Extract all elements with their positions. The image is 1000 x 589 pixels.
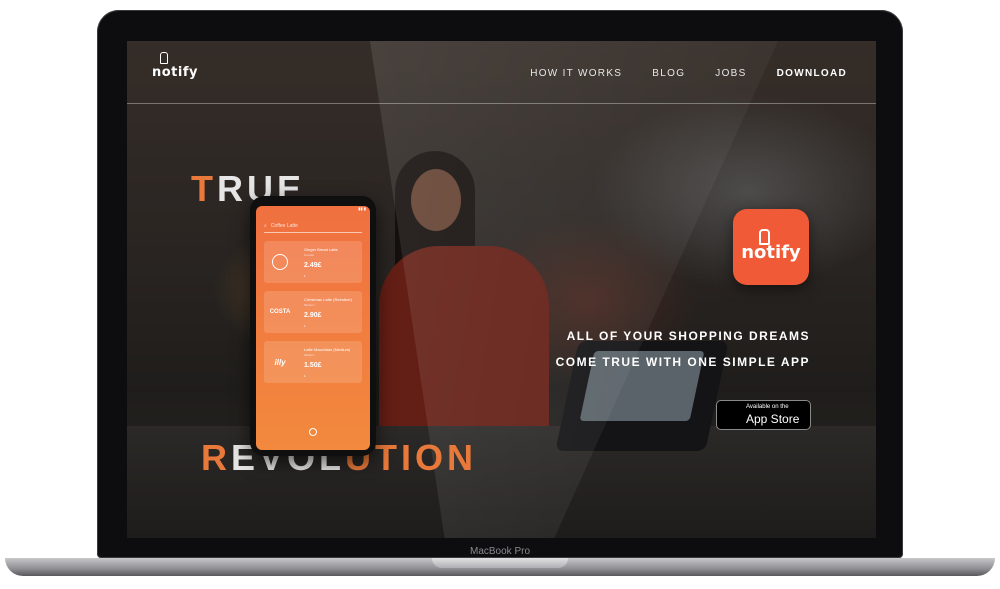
phone-product-card[interactable]: COSTA Christmas Latte (Reindeer) Medium … <box>264 291 362 333</box>
site-logo[interactable]: notify <box>152 52 198 80</box>
add-icon <box>309 428 317 436</box>
website-screen: notify HOW IT WORKS BLOG JOBS DOWNLOAD T… <box>127 41 876 538</box>
product-qty: 1 <box>304 274 306 278</box>
headline-rev-accent-3: TION <box>375 437 478 478</box>
product-price: 2.49£ <box>304 262 322 269</box>
product-size: Medium <box>304 353 315 357</box>
app-icon-text: notify <box>741 242 801 263</box>
logo-text: notify <box>152 65 198 80</box>
device-label: MacBook Pro <box>469 546 531 557</box>
phone-product-card[interactable]: illy Latte Macchiato (Medium) Medium 1.5… <box>264 341 362 383</box>
phone-search-text: Coffee Latte <box>270 223 298 229</box>
phone-bottom-action[interactable] <box>256 428 370 438</box>
nav-links: HOW IT WORKS BLOG JOBS DOWNLOAD <box>530 68 847 79</box>
product-size: Medium <box>304 303 315 307</box>
phone-mockup: ▮▮ ▮ ⌕ Coffee Latte Ginger Bread Latte G… <box>250 196 376 456</box>
product-name: Latte Macchiato (Medium) <box>304 347 351 352</box>
appstore-big-text: App Store <box>746 412 800 426</box>
starbucks-logo-icon <box>270 254 290 270</box>
costa-logo: COSTA <box>269 309 291 315</box>
hero-tagline: ALL OF YOUR SHOPPING DREAMS COME TRUE WI… <box>556 323 810 375</box>
headline-true-accent: T <box>191 168 217 209</box>
cup-icon <box>160 52 168 64</box>
product-price: 2.90£ <box>304 312 322 319</box>
laptop-notch <box>432 558 568 568</box>
app-store-button[interactable]: Available on the App Store <box>716 400 811 430</box>
top-navigation: notify HOW IT WORKS BLOG JOBS DOWNLOAD <box>127 41 876 104</box>
product-qty: 1 <box>304 324 306 328</box>
nav-link-jobs[interactable]: JOBS <box>715 68 746 79</box>
phone-app-screen: ▮▮ ▮ ⌕ Coffee Latte Ginger Bread Latte G… <box>256 206 370 450</box>
product-qty: 1 <box>304 374 306 378</box>
phone-product-card[interactable]: Ginger Bread Latte Grande 2.49£ 1 <box>264 241 362 283</box>
phone-status-bar: ▮▮ ▮ <box>358 206 366 211</box>
tagline-line-1: ALL OF YOUR SHOPPING DREAMS <box>566 329 810 343</box>
headline-rev-accent-1: R <box>201 437 231 478</box>
product-price: 1.50£ <box>304 362 322 369</box>
appstore-small-text: Available on the <box>746 404 789 410</box>
phone-search-bar[interactable]: ⌕ Coffee Latte <box>264 220 362 233</box>
nav-link-download[interactable]: DOWNLOAD <box>777 68 847 79</box>
nav-link-blog[interactable]: BLOG <box>652 68 685 79</box>
app-icon: notify <box>733 209 809 285</box>
search-icon: ⌕ <box>264 223 267 229</box>
illy-logo: illy <box>274 357 286 367</box>
tagline-line-2: COME TRUE WITH ONE SIMPLE APP <box>555 355 810 369</box>
nav-link-how-it-works[interactable]: HOW IT WORKS <box>530 68 622 79</box>
product-size: Grande <box>304 253 315 257</box>
product-name: Christmas Latte (Reindeer) <box>304 297 353 302</box>
product-name: Ginger Bread Latte <box>304 247 338 252</box>
laptop-mockup: notify HOW IT WORKS BLOG JOBS DOWNLOAD T… <box>0 0 1000 589</box>
